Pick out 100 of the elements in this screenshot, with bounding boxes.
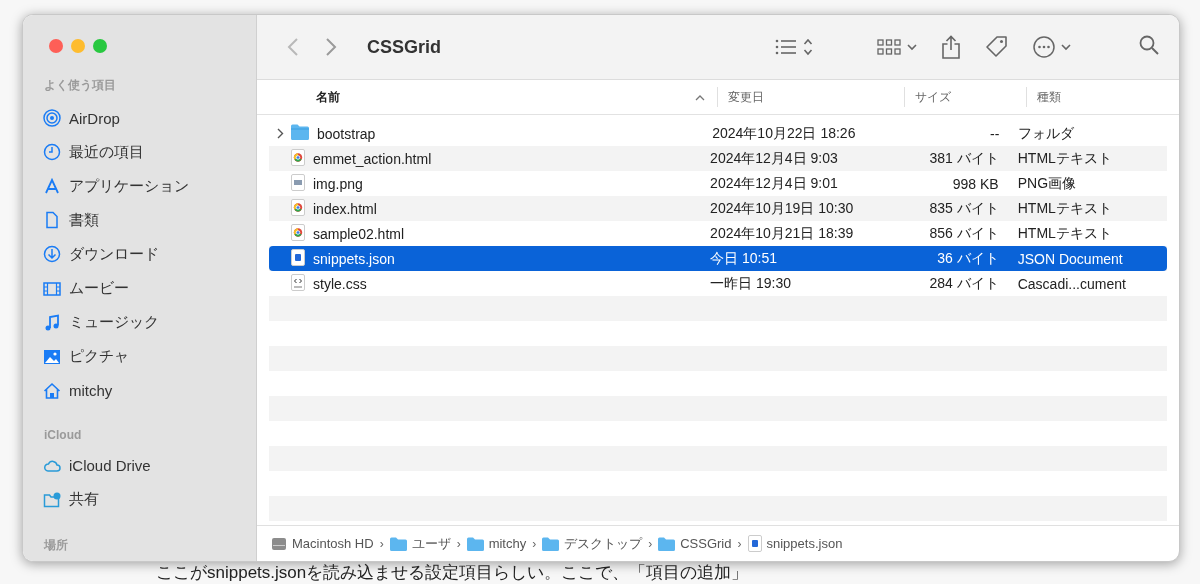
section-heading: 場所 [44,537,69,555]
json-file-icon [291,248,305,266]
folder-icon [466,536,484,551]
caret-icon [1061,43,1071,51]
path-item[interactable]: Macintosh HD [271,535,374,552]
sort-ascending-icon [695,93,705,101]
file-name: img.png [313,175,364,192]
sidebar-item[interactable]: 共有 [43,482,99,518]
file-name: snippets.json [313,250,396,267]
forward-icon[interactable] [325,37,337,57]
column-label[interactable]: 変更日 [728,88,764,106]
file-kind: PNG画像 [1017,174,1078,193]
download-icon [43,245,61,264]
sidebar-item[interactable]: 最近の項目 [43,135,144,170]
file-name: bootstrap [317,125,377,142]
music-note-icon [43,313,61,332]
section-heading: よく使う項目 [44,77,117,94]
file-row[interactable]: emmet_action.html 2024年12月4日 9:03 381 バイト HTMLテキスト [269,146,1167,171]
file-name: emmet_action.html [313,150,433,167]
path-separator: › [737,536,742,551]
file-size: 284 バイト [928,274,999,293]
folder-icon [389,536,407,551]
file-kind: HTMLテキスト [1017,224,1113,243]
sidebar-item[interactable]: ミュージック [43,305,159,340]
sidebar-item[interactable]: iCloud Drive [43,448,151,483]
modified-date: 一昨日 19:30 [710,274,793,293]
file-row[interactable]: snippets.json 今日 10:51 36 バイト JSON Document [269,246,1167,271]
more-icon [1033,36,1055,58]
grid-view-icon [877,39,901,55]
clock-icon [43,143,61,162]
sidebar-item[interactable]: mitchy [43,373,113,408]
picture-icon [43,347,61,366]
folder-icon [291,124,309,140]
file-size: 381 バイト [928,149,999,168]
path-item[interactable]: ユーザ [389,534,451,553]
modified-date: 2024年12月4日 9:03 [710,149,839,168]
sidebar-item[interactable]: AirDrop [43,101,120,136]
window-title: CSSGrid [367,36,442,58]
document-icon [43,211,61,230]
sidebar-item[interactable]: ダウンロード [43,237,159,272]
path-item[interactable]: snippets.json [747,535,843,552]
disclosure-chevron-icon [276,128,284,139]
file-size: 835 バイト [928,199,999,218]
column-label[interactable]: 名前 [316,88,340,106]
file-kind: HTMLテキスト [1017,199,1113,218]
column-label[interactable]: 種類 [1037,88,1061,106]
file-size: 998 KB [951,175,999,192]
file-row[interactable]: style.css 一昨日 19:30 284 バイト Cascadi...cument [269,271,1167,296]
file-name: index.html [313,200,378,217]
json-file-icon [747,535,762,552]
sidebar-item[interactable]: ピクチャ [43,339,129,374]
caption-text: ここがsnippets.jsonを読み込ませる設定項目らしい。ここで、「項目の追加」 [155,562,750,584]
file-name: sample02.html [313,225,406,242]
html-file-icon [291,223,305,241]
modified-date: 2024年12月4日 9:01 [710,174,839,193]
path-separator: › [648,536,653,551]
zoom-button[interactable] [93,39,107,53]
hard-drive-icon [271,535,287,552]
file-size: 856 バイト [928,224,999,243]
sidebar-item[interactable]: 書類 [43,203,99,238]
path-item[interactable]: デスクトップ [542,534,643,553]
file-size: 36 バイト [936,249,999,268]
list-view-icon [775,39,797,55]
house-icon [43,381,61,400]
css-file-icon [291,273,305,291]
file-kind: フォルダ [1018,124,1076,143]
minimize-button[interactable] [71,39,85,53]
path-separator: › [532,536,537,551]
path-separator: › [456,536,461,551]
file-row[interactable]: sample02.html 2024年10月21日 18:39 856 バイト HTMLテキスト [269,221,1167,246]
image-file-icon [291,173,305,191]
close-button[interactable] [49,39,63,53]
file-row[interactable]: img.png 2024年12月4日 9:01 998 KB PNG画像 [269,171,1167,196]
html-file-icon [291,148,305,166]
apps-icon [43,177,61,196]
path-item[interactable]: mitchy [466,536,527,551]
shared-folder-icon [43,491,61,509]
file-row[interactable]: bootstrap 2024年10月22日 18:26 -- フォルダ [269,121,1167,146]
airdrop-icon [43,109,61,128]
sidebar-item[interactable]: ムービー [43,271,129,306]
section-heading: iCloud [44,427,83,442]
folder-icon [658,536,676,551]
file-row[interactable]: index.html 2024年10月19日 10:30 835 バイト HTMLテキスト [269,196,1167,221]
modified-date: 2024年10月22日 18:26 [712,124,857,143]
folder-icon [542,536,560,551]
share-icon [941,35,961,59]
modified-date: 2024年10月21日 18:39 [710,224,855,243]
column-label[interactable]: サイズ [915,88,951,106]
file-size: -- [989,125,1000,142]
back-icon[interactable] [287,37,299,57]
search-icon [1139,35,1159,55]
film-icon [43,279,61,298]
file-name: style.css [313,275,368,292]
path-separator: › [379,536,384,551]
html-file-icon [291,198,305,216]
modified-date: 2024年10月19日 10:30 [710,199,855,218]
sidebar-item[interactable]: アプリケーション [43,169,189,204]
path-item[interactable]: CSSGrid [658,536,732,551]
caret-icon [907,43,917,51]
file-kind: Cascadi...cument [1017,275,1127,292]
